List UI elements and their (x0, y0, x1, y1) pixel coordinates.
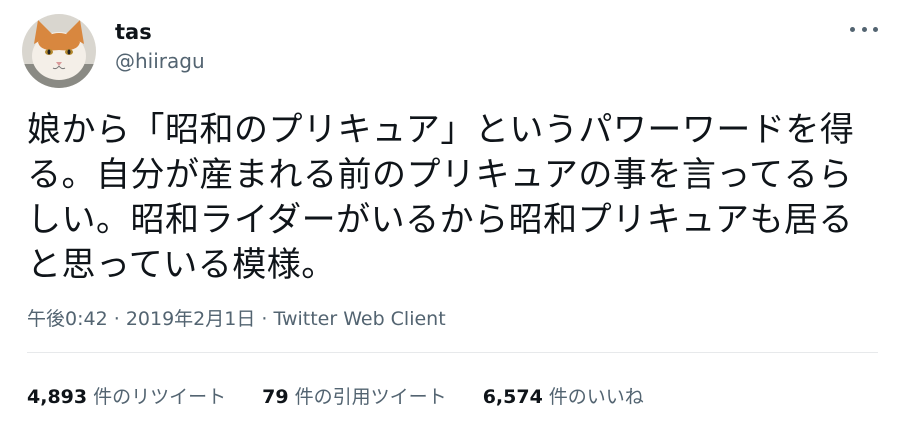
like-count: 6,574 (482, 386, 543, 408)
retweet-count-link[interactable]: 4,893 件のリツイート (27, 385, 226, 409)
tweet-meta: 午後0:42 · 2019年2月1日 · Twitter Web Client (27, 307, 446, 331)
more-options-icon[interactable] (850, 18, 878, 40)
more-dot (861, 26, 867, 32)
tweet-text: 娘から「昭和のプリキュア」というパワーワードを得る。自分が産まれる前のプリキュア… (27, 110, 855, 285)
display-name[interactable]: tas (115, 20, 205, 44)
retweet-label: 件のリツイート (93, 386, 227, 408)
quote-count: 79 (262, 386, 289, 408)
quote-label: 件の引用ツイート (294, 386, 447, 408)
like-label: 件のいいね (548, 386, 644, 408)
user-info[interactable]: tas @hiiragu (115, 20, 205, 73)
meta-separator: · (261, 308, 274, 330)
tweet-stats: 4,893 件のリツイート 79 件の引用ツイート 6,574 件のいいね (27, 385, 674, 409)
tweet-time[interactable]: 午後0:42 (27, 308, 108, 330)
tweet-date[interactable]: 2019年2月1日 (126, 308, 256, 330)
tweet-source[interactable]: Twitter Web Client (273, 308, 445, 330)
user-handle[interactable]: @hiiragu (115, 49, 205, 73)
quote-count-link[interactable]: 79 件の引用ツイート (262, 385, 446, 409)
more-dot (850, 26, 855, 32)
cat-avatar-icon (22, 14, 96, 88)
more-dot (873, 26, 878, 32)
tweet-card: tas @hiiragu 娘から「昭和のプリキュア」というパワーワードを得る。自… (0, 0, 900, 433)
cat-avatar[interactable] (22, 14, 96, 88)
like-count-link[interactable]: 6,574 件のいいね (483, 385, 644, 409)
meta-separator: · (113, 308, 126, 330)
retweet-count: 4,893 (27, 386, 88, 408)
divider (27, 352, 878, 353)
